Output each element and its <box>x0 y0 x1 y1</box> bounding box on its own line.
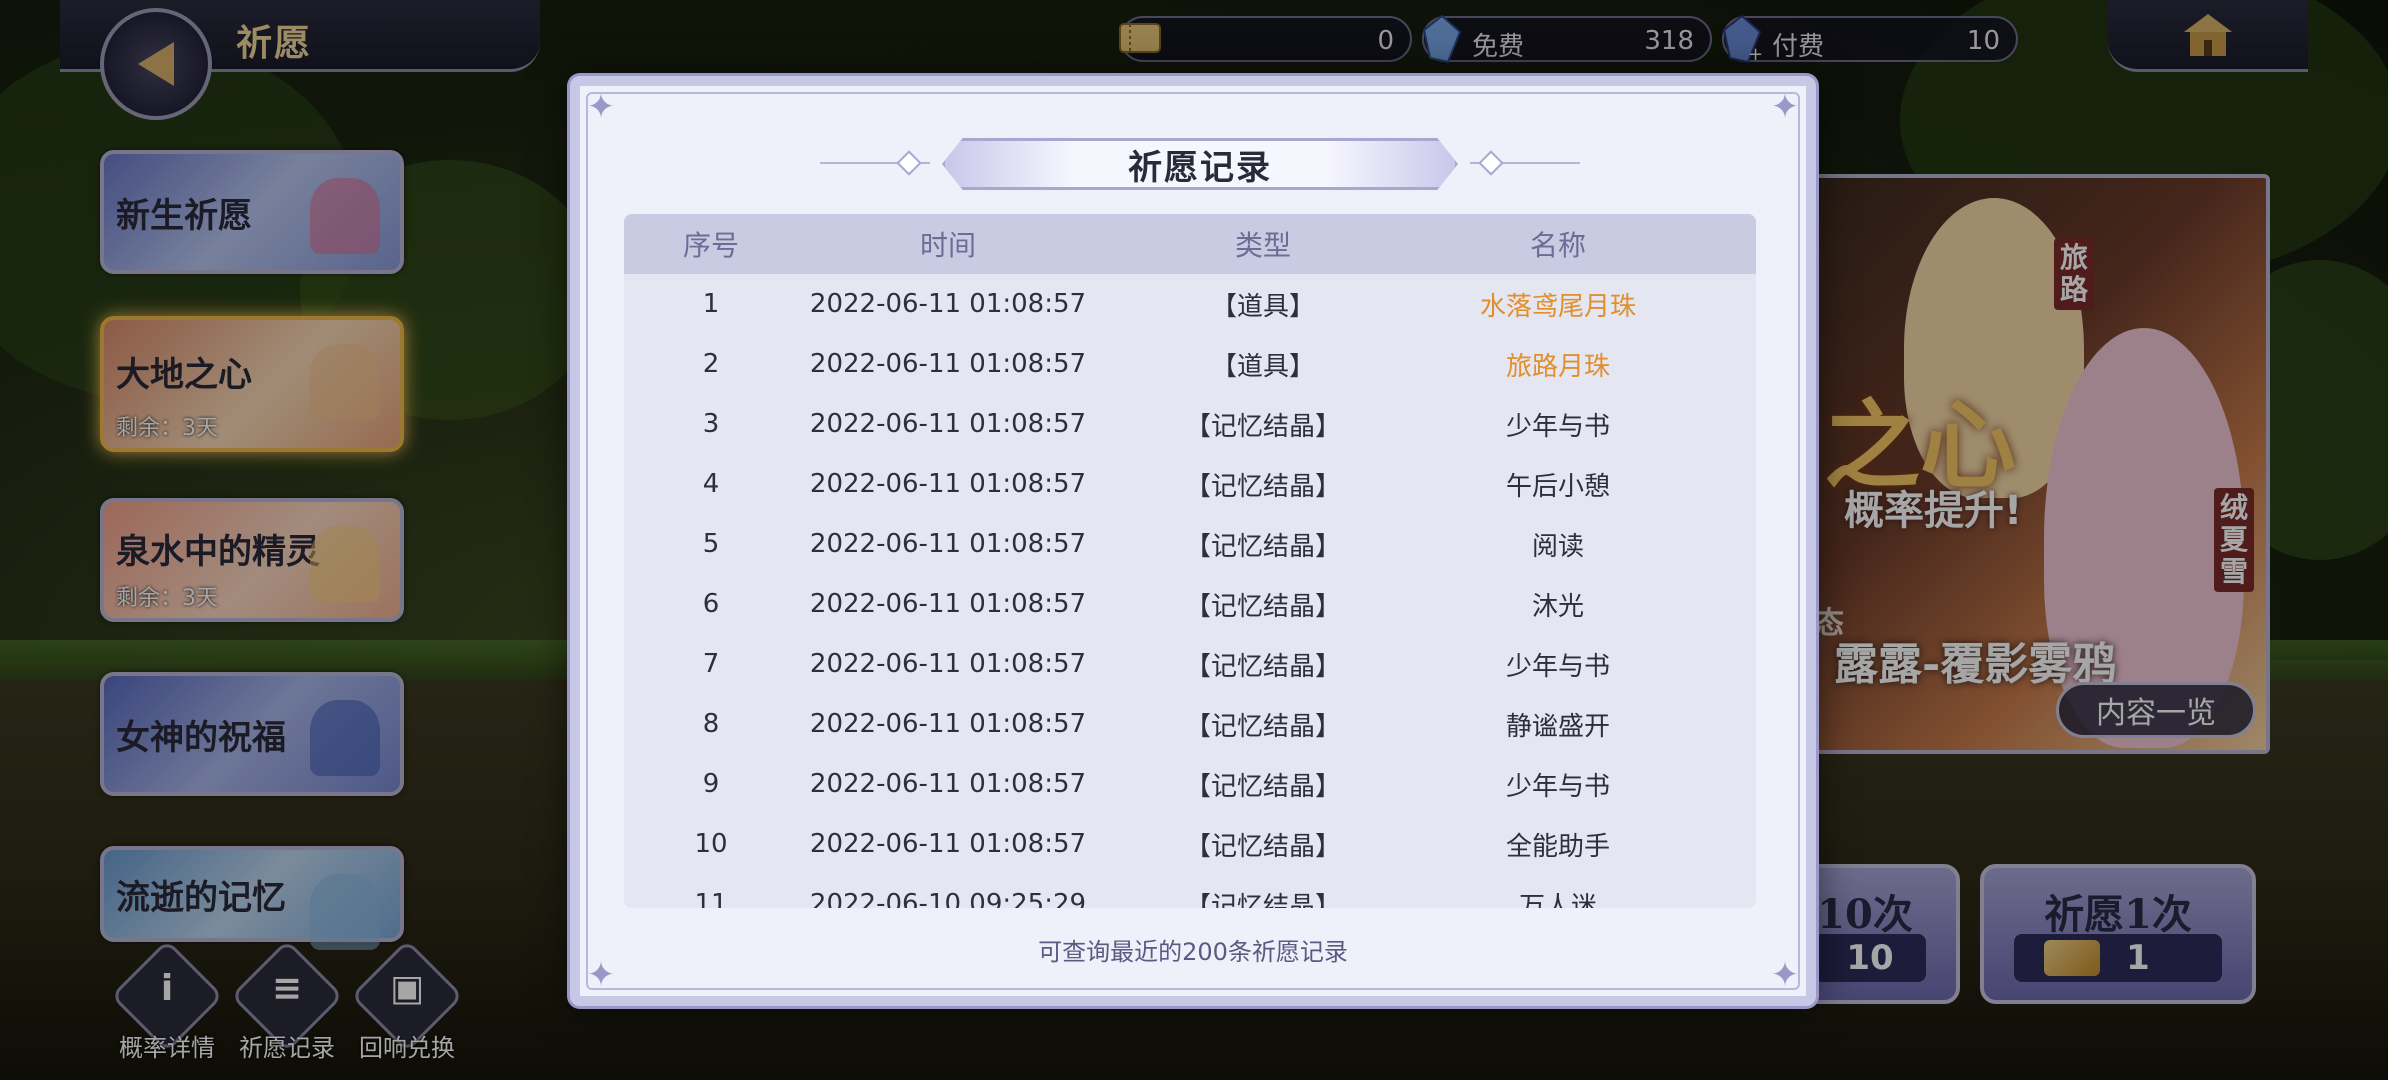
table-row: 1 2022-06-11 01:08:57 【道具】 水落鸢尾月珠 <box>624 274 1756 334</box>
table-row: 7 2022-06-11 01:08:57 【记忆结晶】 少年与书 <box>624 634 1756 694</box>
table-row: 2 2022-06-11 01:08:57 【道具】 旅路月珠 <box>624 334 1756 394</box>
row-time: 2022-06-11 01:08:57 <box>809 829 1087 859</box>
row-time: 2022-06-11 01:08:57 <box>809 589 1087 619</box>
row-type: 【记忆结晶】 <box>1184 651 1341 682</box>
row-index: 11 <box>694 889 728 908</box>
row-index: 1 <box>702 289 720 319</box>
row-name: 午后小憩 <box>1505 471 1610 502</box>
row-type: 【记忆结晶】 <box>1184 891 1341 909</box>
row-name: 沐光 <box>1531 591 1584 622</box>
column-header-name: 名称 <box>1529 229 1586 262</box>
row-time: 2022-06-11 01:08:57 <box>809 289 1087 319</box>
row-type: 【记忆结晶】 <box>1184 471 1341 502</box>
row-time: 2022-06-11 01:08:57 <box>809 529 1087 559</box>
row-type: 【记忆结晶】 <box>1184 771 1341 802</box>
row-name: 万人迷 <box>1518 891 1597 909</box>
dialog-title: 祈愿记录 <box>1128 147 1272 188</box>
row-index: 10 <box>694 829 728 859</box>
column-header-index: 序号 <box>682 229 739 262</box>
row-index: 5 <box>702 529 720 559</box>
table-row: 3 2022-06-11 01:08:57 【记忆结晶】 少年与书 <box>624 394 1756 454</box>
row-name: 水落鸢尾月珠 <box>1479 291 1636 322</box>
table-row: 4 2022-06-11 01:08:57 【记忆结晶】 午后小憩 <box>624 454 1756 514</box>
row-name: 少年与书 <box>1505 651 1610 682</box>
table-body[interactable]: 1 2022-06-11 01:08:57 【道具】 水落鸢尾月珠 2 2022-06-1… <box>624 274 1756 908</box>
row-type: 【道具】 <box>1210 351 1315 382</box>
row-name: 全能助手 <box>1505 831 1610 862</box>
table-row: 10 2022-06-11 01:08:57 【记忆结晶】 全能助手 <box>624 814 1756 874</box>
table-row: 5 2022-06-11 01:08:57 【记忆结晶】 阅读 <box>624 514 1756 574</box>
column-header-time: 时间 <box>919 229 976 262</box>
table-row: 11 2022-06-10 09:25:29 【记忆结晶】 万人迷 <box>624 874 1756 908</box>
row-index: 4 <box>702 469 720 499</box>
row-name: 阅读 <box>1531 531 1584 562</box>
row-type: 【记忆结晶】 <box>1184 411 1341 442</box>
row-name: 少年与书 <box>1505 771 1610 802</box>
row-type: 【记忆结晶】 <box>1184 711 1341 742</box>
row-name: 旅路月珠 <box>1505 351 1610 382</box>
row-time: 2022-06-10 09:25:29 <box>809 889 1087 908</box>
row-type: 【记忆结晶】 <box>1184 831 1341 862</box>
table-header: 序号 时间 类型 名称 <box>624 214 1756 274</box>
row-name: 静谧盛开 <box>1505 711 1610 742</box>
table-row: 9 2022-06-11 01:08:57 【记忆结晶】 少年与书 <box>624 754 1756 814</box>
dialog-title-plate: 祈愿记录 <box>942 138 1458 190</box>
table-row: 8 2022-06-11 01:08:57 【记忆结晶】 静谧盛开 <box>624 694 1756 754</box>
row-time: 2022-06-11 01:08:57 <box>809 709 1087 739</box>
row-time: 2022-06-11 01:08:57 <box>809 649 1087 679</box>
row-index: 8 <box>702 709 720 739</box>
row-index: 3 <box>702 409 720 439</box>
record-limit-note: 可查询最近的200条祈愿记录 <box>1038 938 1348 966</box>
record-table[interactable]: 序号 时间 类型 名称 1 2022-06-11 01:08:57 【道具】 水落鸢尾… <box>624 214 1756 908</box>
row-time: 2022-06-11 01:08:57 <box>809 349 1087 379</box>
corner-ornament-icon: ✦ <box>1770 87 1800 127</box>
column-header-type: 类型 <box>1234 229 1291 262</box>
row-type: 【记忆结晶】 <box>1184 591 1341 622</box>
table-row: 6 2022-06-11 01:08:57 【记忆结晶】 沐光 <box>624 574 1756 634</box>
row-index: 7 <box>702 649 720 679</box>
row-index: 6 <box>702 589 720 619</box>
row-type: 【道具】 <box>1210 291 1315 322</box>
row-time: 2022-06-11 01:08:57 <box>809 769 1087 799</box>
row-index: 2 <box>702 349 720 379</box>
row-type: 【记忆结晶】 <box>1184 531 1341 562</box>
row-name: 少年与书 <box>1505 411 1610 442</box>
wish-record-dialog: ✦ ✦ ✦ ✦ 祈愿记录 序号 时间 类型 名称 1 2022-06-11 01:… <box>570 76 1816 1006</box>
corner-ornament-icon: ✦ <box>586 87 616 127</box>
row-time: 2022-06-11 01:08:57 <box>809 469 1087 499</box>
row-index: 9 <box>702 769 720 799</box>
row-time: 2022-06-11 01:08:57 <box>809 409 1087 439</box>
